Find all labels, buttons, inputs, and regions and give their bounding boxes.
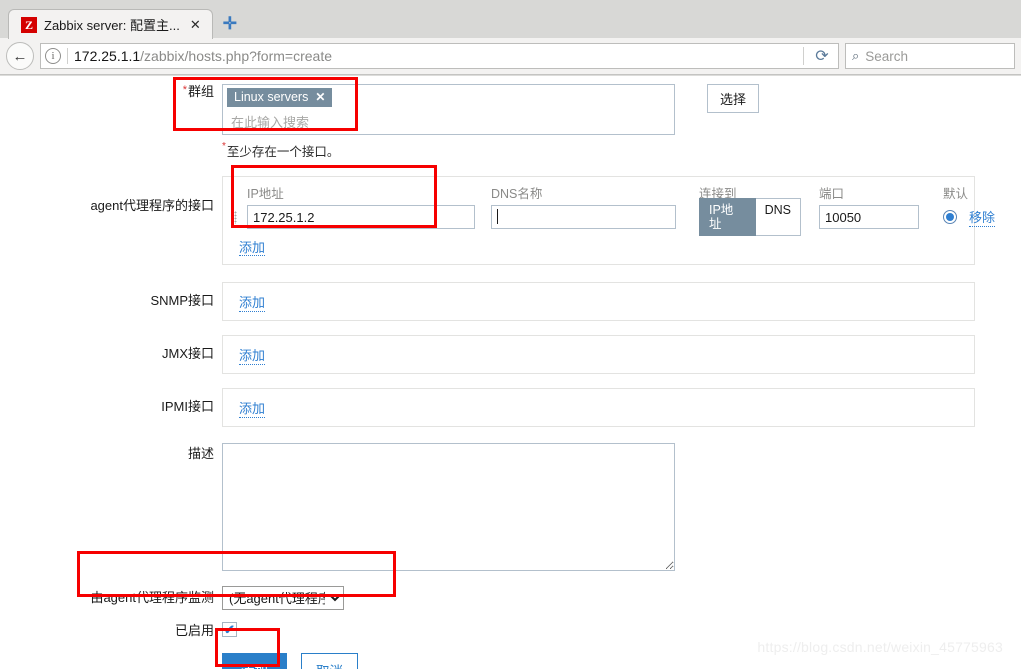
description-label: 描述 — [187, 446, 214, 461]
monitored-by-proxy-label: 由agent代理程序监测 — [90, 590, 214, 605]
row-interface-hint: *至少存在一个接口。 — [0, 135, 1021, 160]
snmp-interface-label: SNMP接口 — [150, 293, 214, 308]
groups-label-text: 群组 — [187, 84, 214, 99]
row-agent-interfaces: agent代理程序的接口 IP地址 DNS名称 连接到 端口 默认 172.25… — [0, 176, 1021, 265]
dns-name-input[interactable] — [491, 205, 676, 229]
connect-to-toggle[interactable]: IP地址 DNS — [699, 197, 801, 237]
ipmi-interface-label: IPMI接口 — [161, 399, 214, 414]
row-enabled: 已启用 ✔ — [0, 622, 1021, 639]
page-content: *群组 Linux servers ✕ 在此输入搜索 选择 *至少存在一个接口。 — [0, 75, 1021, 669]
tab-title: Zabbix server: 配置主... — [44, 18, 180, 33]
port-cell — [819, 205, 919, 229]
default-interface-radio[interactable] — [943, 210, 957, 224]
header-ip-address: IP地址 — [247, 186, 284, 201]
text-cursor — [497, 209, 498, 224]
tab-strip: Z Zabbix server: 配置主... ✕ ✛ — [0, 0, 1021, 39]
snmp-interface-box: 添加 — [222, 282, 975, 321]
row-host-groups: *群组 Linux servers ✕ 在此输入搜索 选择 — [0, 76, 1021, 135]
header-dns-name: DNS名称 — [491, 186, 543, 201]
ip-address-cell — [247, 205, 475, 229]
back-button[interactable]: ← — [6, 42, 34, 70]
search-placeholder: Search — [865, 48, 909, 64]
reload-separator — [803, 47, 804, 65]
add-agent-interface-link[interactable]: 添加 — [239, 240, 266, 256]
drag-handle-icon[interactable] — [231, 210, 247, 224]
url-text: 172.25.1.1/zabbix/hosts.php?form=create — [74, 48, 332, 64]
agent-interface-headers: IP地址 DNS名称 连接到 端口 默认 — [231, 182, 968, 202]
group-tag-label: Linux servers — [234, 90, 309, 104]
close-tab-icon[interactable]: ✕ — [187, 18, 204, 31]
new-tab-icon[interactable]: ✛ — [223, 15, 237, 32]
row-snmp-interfaces: SNMP接口 添加 — [0, 282, 1021, 321]
jmx-interface-box: 添加 — [222, 335, 975, 374]
add-jmx-interface-link[interactable]: 添加 — [239, 345, 266, 365]
navigation-toolbar: ← i 172.25.1.1/zabbix/hosts.php?form=cre… — [0, 38, 1021, 75]
header-port: 端口 — [819, 186, 845, 201]
connect-to-ip-option[interactable]: IP地址 — [699, 197, 756, 237]
row-jmx-interfaces: JMX接口 添加 — [0, 335, 1021, 374]
browser-window: Z Zabbix server: 配置主... ✕ ✛ ← i 172.25.1… — [0, 0, 1021, 669]
url-host: 172.25.1.1 — [74, 48, 141, 64]
row-monitored-by-proxy: 由agent代理程序监测 (无agent代理程序) — [0, 586, 1021, 610]
header-default: 默认 — [943, 186, 969, 201]
connect-to-cell: IP地址 DNS — [699, 197, 801, 237]
groups-search-placeholder[interactable]: 在此输入搜索 — [227, 109, 670, 131]
add-ipmi-interface-link[interactable]: 添加 — [239, 398, 266, 418]
agent-add-line: 添加 — [231, 232, 966, 257]
description-textarea[interactable] — [222, 443, 675, 571]
search-icon: ⌕ — [852, 48, 860, 63]
enabled-label: 已启用 — [174, 623, 214, 638]
groups-label: *群组 — [0, 84, 222, 100]
groups-multiselect[interactable]: Linux servers ✕ 在此输入搜索 — [222, 84, 675, 135]
port-input[interactable] — [819, 205, 919, 229]
connect-to-dns-option[interactable]: DNS — [755, 197, 801, 237]
select-groups-button[interactable]: 选择 — [707, 84, 760, 113]
groups-required-mark: * — [182, 84, 187, 96]
row-ipmi-interfaces: IPMI接口 添加 — [0, 388, 1021, 427]
browser-tab-zabbix[interactable]: Z Zabbix server: 配置主... ✕ — [8, 9, 213, 39]
agent-interface-label: agent代理程序的接口 — [90, 198, 214, 213]
row-description: 描述 — [0, 443, 1021, 571]
remove-group-tag-icon[interactable]: ✕ — [315, 90, 325, 104]
default-cell: 移除 — [943, 207, 1021, 227]
add-snmp-interface-link[interactable]: 添加 — [239, 292, 266, 312]
groups-field-wrap: Linux servers ✕ 在此输入搜索 选择 — [222, 84, 760, 135]
ipmi-interface-box: 添加 — [222, 388, 975, 427]
monitored-by-proxy-select[interactable]: (无agent代理程序) — [222, 586, 344, 610]
browser-search-box[interactable]: ⌕ Search — [845, 43, 1015, 69]
zabbix-favicon-icon: Z — [21, 16, 37, 33]
submit-add-button[interactable]: 添加 — [222, 652, 287, 669]
hint-required-mark: * — [222, 141, 226, 152]
hint-text: 至少存在一个接口。 — [226, 145, 340, 159]
agent-interface-box: IP地址 DNS名称 连接到 端口 默认 172.25.1.2 IP地址 DNS… — [222, 176, 996, 265]
ip-address-input[interactable] — [247, 205, 475, 229]
remove-interface-link[interactable]: 移除 — [969, 207, 996, 227]
agent-interface-row: IP地址 DNS 移除 — [231, 197, 996, 237]
url-separator — [67, 48, 68, 64]
url-bar[interactable]: i 172.25.1.1/zabbix/hosts.php?form=creat… — [40, 43, 839, 69]
site-info-icon[interactable]: i — [45, 48, 61, 64]
jmx-interface-label: JMX接口 — [161, 346, 214, 361]
dns-name-cell — [491, 205, 676, 229]
reload-button[interactable]: ⟳ — [810, 44, 834, 68]
watermark: https://blog.csdn.net/weixin_45775963 — [757, 639, 1003, 655]
interface-hint: *至少存在一个接口。 — [222, 135, 339, 160]
enabled-checkbox[interactable]: ✔ — [222, 622, 237, 637]
url-path: /zabbix/hosts.php?form=create — [140, 48, 333, 64]
group-tag-linux-servers[interactable]: Linux servers ✕ — [227, 88, 333, 107]
row-form-actions: 添加 取消 — [0, 652, 1021, 669]
cancel-button[interactable]: 取消 — [301, 652, 358, 669]
